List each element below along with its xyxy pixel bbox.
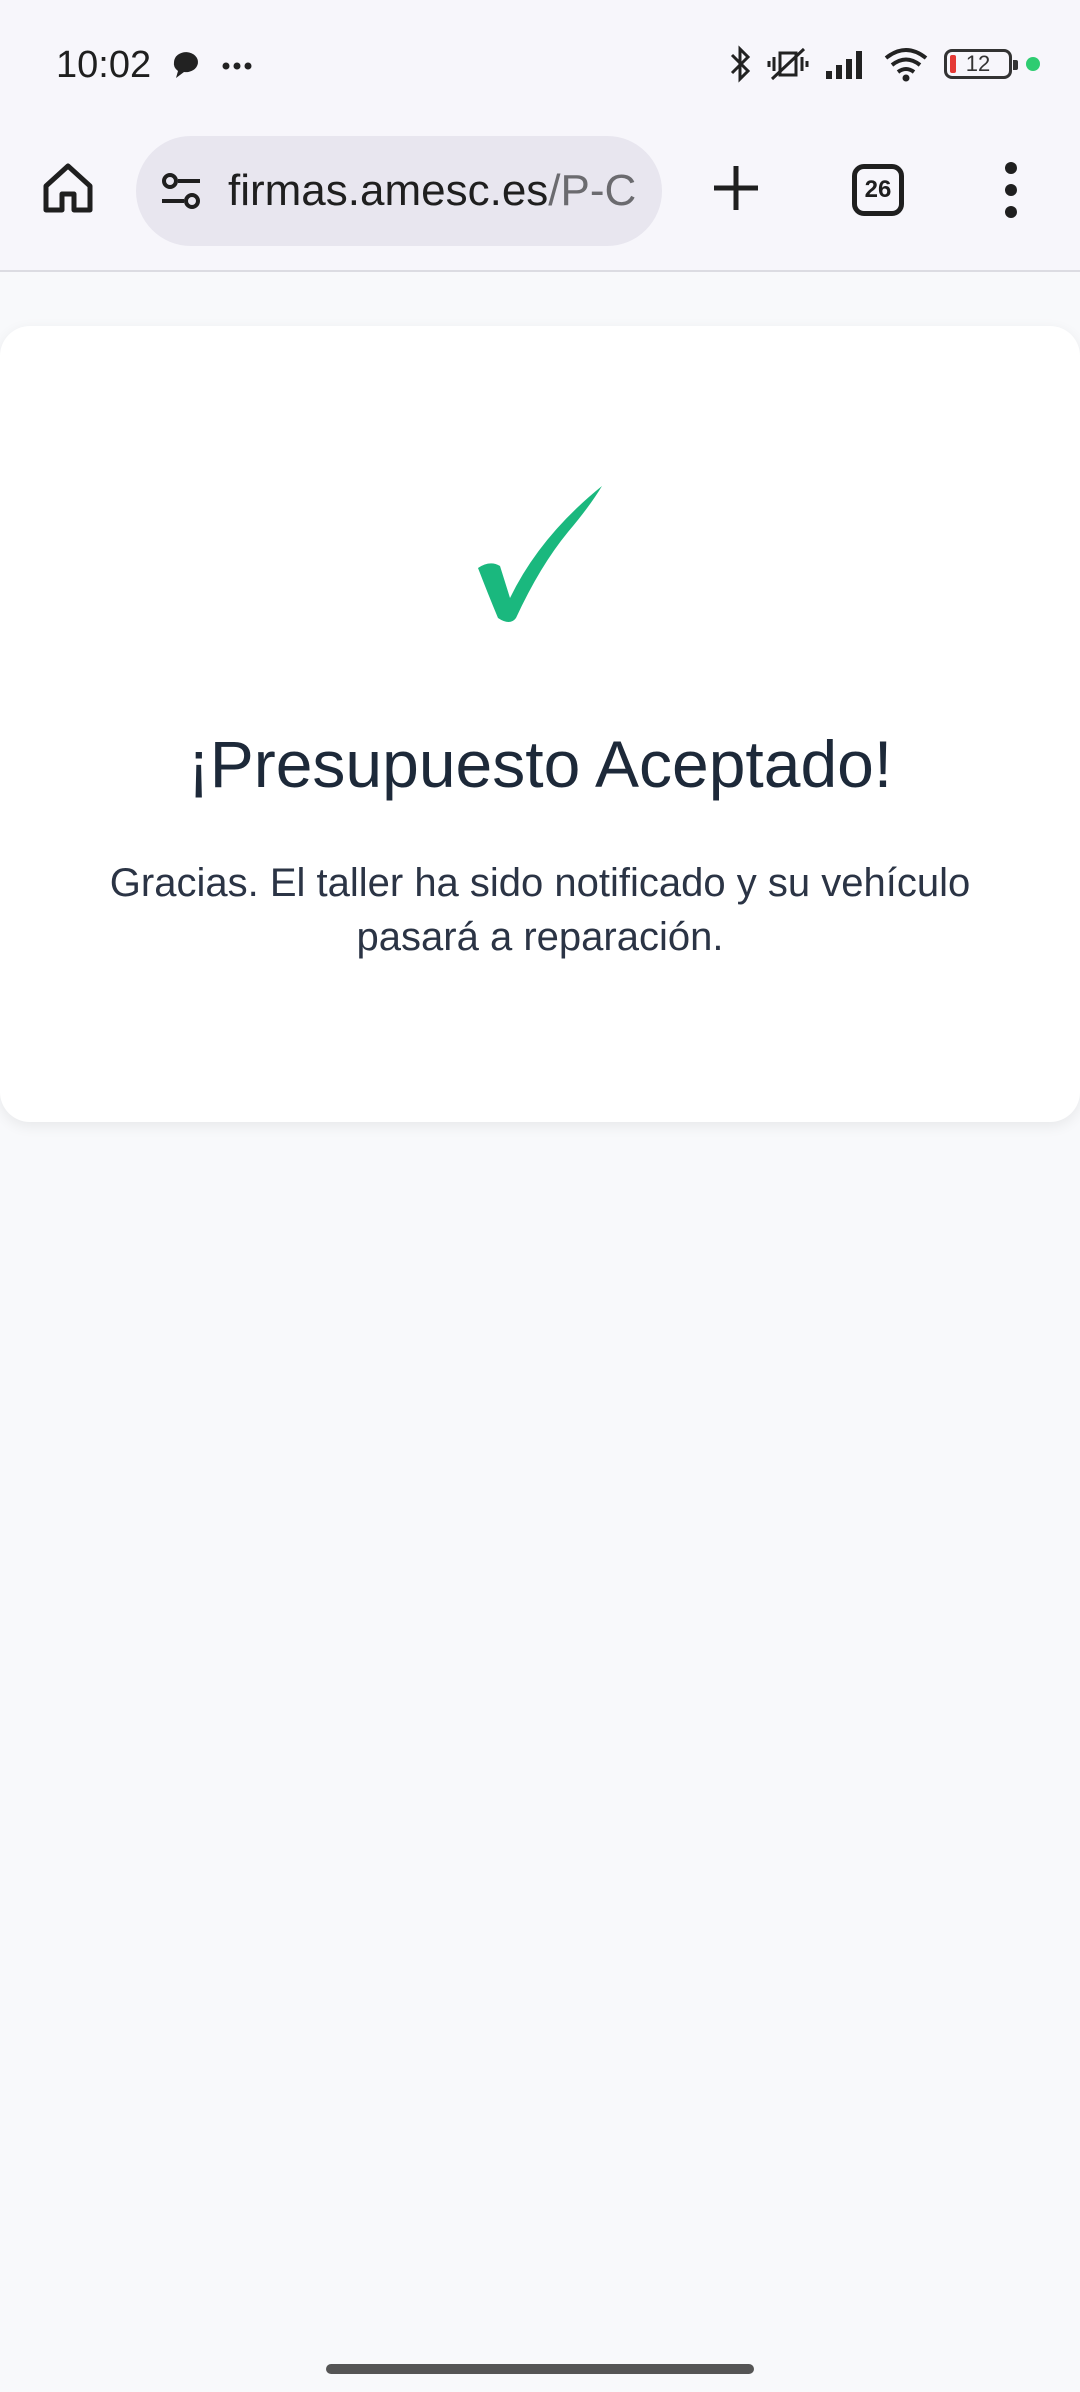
bluetooth-icon bbox=[730, 45, 751, 83]
site-settings-icon[interactable] bbox=[156, 165, 208, 217]
url-text: firmas.amesc.es/P-C bbox=[228, 166, 636, 216]
home-icon[interactable] bbox=[40, 160, 96, 216]
url-domain: firmas.amesc.es bbox=[228, 166, 549, 215]
tab-switcher-button[interactable]: 26 bbox=[852, 164, 904, 216]
vibrate-off-icon bbox=[767, 47, 809, 81]
battery-icon: 12 bbox=[944, 49, 1018, 79]
status-left-icons bbox=[170, 50, 260, 89]
confirmation-card: ¡Presupuesto Aceptado! Gracias. El talle… bbox=[0, 326, 1080, 1122]
checkmark-icon bbox=[478, 486, 602, 622]
tab-count: 26 bbox=[864, 176, 892, 203]
signal-icon bbox=[826, 51, 862, 79]
privacy-indicator-dot bbox=[1026, 57, 1040, 71]
page-title: ¡Presupuesto Aceptado! bbox=[187, 727, 893, 801]
status-bar: 10:02 12 bbox=[0, 0, 1080, 130]
gesture-nav-handle[interactable] bbox=[326, 2364, 754, 2374]
confirmation-message: Gracias. El taller ha sido notificado y … bbox=[109, 861, 971, 959]
wifi-icon bbox=[884, 48, 928, 82]
address-bar[interactable]: firmas.amesc.es/P-C bbox=[136, 136, 662, 246]
more-dots-icon bbox=[222, 62, 252, 70]
browser-toolbar: firmas.amesc.es/P-C 26 bbox=[0, 130, 1080, 272]
more-menu-icon[interactable] bbox=[994, 160, 1028, 220]
status-right-icons: 12 bbox=[728, 44, 1040, 84]
chat-bubble-icon bbox=[173, 52, 198, 78]
url-path: /P-C bbox=[548, 166, 637, 215]
status-time: 10:02 bbox=[56, 44, 152, 86]
new-tab-icon[interactable] bbox=[708, 160, 764, 216]
battery-level: 12 bbox=[965, 51, 991, 76]
